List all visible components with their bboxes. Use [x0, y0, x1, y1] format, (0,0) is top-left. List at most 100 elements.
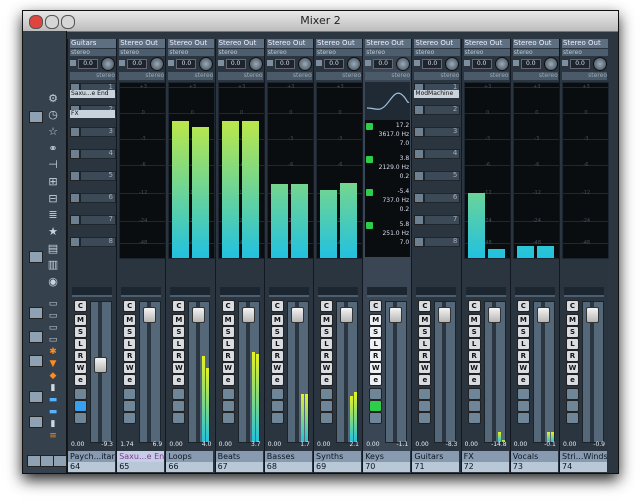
record-icon[interactable]: ◉ — [47, 276, 59, 288]
peak-value[interactable]: -9.3 — [101, 441, 113, 448]
write-button[interactable]: W — [566, 362, 579, 374]
monitor-icon[interactable] — [369, 388, 383, 400]
input-icon[interactable] — [270, 400, 284, 412]
channel-name[interactable]: Saxu...e End — [117, 451, 166, 462]
pan-value[interactable]: 0.0 — [471, 59, 492, 69]
fader-value[interactable]: 1.74 — [120, 441, 133, 448]
output-routing[interactable]: Stereo Out — [266, 39, 313, 48]
listen-button[interactable]: L — [123, 338, 137, 350]
clock-icon[interactable]: ◷ — [47, 109, 59, 121]
edit-button[interactable]: e — [566, 374, 579, 386]
edit-button[interactable]: e — [418, 374, 432, 386]
panner-mode[interactable]: stereo — [168, 49, 215, 56]
listen-button[interactable]: L — [418, 338, 432, 350]
view-pictures-icon[interactable]: ▭ — [47, 311, 59, 321]
insert-slot[interactable]: 7 — [414, 214, 461, 225]
insert-slot[interactable]: 3 — [414, 126, 461, 137]
eq-gain[interactable]: 17.2 — [396, 122, 409, 129]
pan-value[interactable]: 0.0 — [520, 59, 541, 69]
output-routing[interactable]: Guitars — [70, 39, 116, 48]
output-routing[interactable]: Stereo Out — [217, 39, 264, 48]
record-arm-icon[interactable] — [566, 412, 579, 424]
bypass-icon[interactable] — [414, 105, 425, 115]
view-meter-icon[interactable]: ▮ — [47, 383, 59, 393]
listen-button[interactable]: L — [467, 338, 481, 350]
eq-frequency[interactable]: 2129.0 Hz — [379, 164, 410, 171]
listen-button[interactable]: L — [221, 338, 235, 350]
output-routing[interactable]: Stereo Out — [562, 39, 608, 48]
pan-knob[interactable] — [445, 57, 460, 71]
panner-mode[interactable]: stereo — [119, 49, 166, 56]
view-channel-icon[interactable]: ◆ — [47, 371, 59, 381]
mute-button[interactable]: M — [172, 314, 186, 326]
eq-curve[interactable] — [365, 82, 411, 120]
volume-fader[interactable] — [438, 307, 452, 323]
record-arm-icon[interactable] — [172, 412, 186, 424]
eq-gain[interactable]: 5.8 — [400, 221, 410, 228]
mute-button[interactable]: M — [418, 314, 432, 326]
insert-slot[interactable]: 4 — [70, 148, 116, 159]
edit-button[interactable]: e — [467, 374, 481, 386]
volume-fader[interactable] — [143, 307, 157, 323]
bypass-icon[interactable] — [414, 193, 425, 203]
volume-fader[interactable] — [241, 307, 255, 323]
bottom-view-1-icon[interactable] — [27, 455, 41, 467]
solo-button[interactable]: S — [467, 326, 481, 338]
channel-name[interactable]: Beats — [215, 451, 264, 462]
panner-mode[interactable]: stereo — [414, 49, 461, 56]
volume-fader[interactable] — [290, 307, 304, 323]
volume-fader[interactable] — [94, 357, 107, 373]
edit-button[interactable]: e — [74, 374, 87, 386]
pan-knob[interactable] — [101, 57, 115, 71]
output-routing[interactable]: Stereo Out — [463, 39, 510, 48]
insert-slot[interactable]: 2 — [414, 104, 461, 115]
read-button[interactable]: R — [467, 350, 481, 362]
eq-band-power-icon[interactable] — [366, 156, 374, 163]
pan-center-button[interactable]: C — [172, 300, 186, 312]
mute-button[interactable]: M — [74, 314, 87, 326]
output-routing[interactable]: Stereo Out — [119, 39, 166, 48]
bypass-icon[interactable] — [414, 171, 425, 181]
pan-knob[interactable] — [199, 57, 214, 71]
insert-slot[interactable]: 6 — [414, 192, 461, 203]
volume-fader[interactable] — [487, 307, 501, 323]
panner-mode[interactable]: stereo — [70, 49, 116, 56]
record-arm-icon[interactable] — [369, 412, 383, 424]
pan-value[interactable]: 0.0 — [422, 59, 443, 69]
monitor-icon[interactable] — [516, 388, 530, 400]
peak-value[interactable]: 4.0 — [202, 441, 212, 448]
view-fader-icon[interactable]: ▬ — [47, 395, 59, 405]
bypass-icon[interactable] — [414, 149, 425, 159]
bypass-icon[interactable] — [70, 237, 80, 247]
mute-button[interactable]: M — [467, 314, 481, 326]
input-icon[interactable] — [74, 400, 87, 412]
peak-value[interactable]: 6.9 — [153, 441, 163, 448]
read-button[interactable]: R — [566, 350, 579, 362]
volume-fader[interactable] — [389, 307, 403, 323]
write-button[interactable]: W — [221, 362, 235, 374]
fader-value[interactable]: 0.00 — [514, 441, 527, 448]
panner-mode[interactable]: stereo — [463, 49, 510, 56]
rack-toggle-3-icon[interactable] — [29, 355, 43, 367]
rack-toggle-4-icon[interactable] — [29, 391, 43, 403]
peak-value[interactable]: 1.7 — [300, 441, 310, 448]
routing-icon[interactable]: ⊞ — [47, 176, 59, 188]
fader-value[interactable]: 0.00 — [317, 441, 330, 448]
rack-toggle-2-icon[interactable] — [29, 331, 43, 343]
pan-center-button[interactable]: C — [320, 300, 333, 312]
record-arm-icon[interactable] — [270, 412, 284, 424]
eq-frequency[interactable]: 737.0 Hz — [382, 197, 409, 204]
write-button[interactable]: W — [270, 362, 284, 374]
mute-button[interactable]: M — [516, 314, 530, 326]
volume-fader[interactable] — [536, 307, 550, 323]
channel-name[interactable]: Keys — [363, 451, 412, 462]
pan-center-button[interactable]: C — [418, 300, 432, 312]
read-button[interactable]: R — [516, 350, 530, 362]
listen-button[interactable]: L — [270, 338, 284, 350]
pan-center-button[interactable]: C — [566, 300, 579, 312]
write-button[interactable]: W — [74, 362, 87, 374]
monitor-icon[interactable] — [123, 388, 137, 400]
bypass-icon[interactable] — [414, 237, 425, 247]
eq-q[interactable]: 7.0 — [400, 239, 410, 246]
group-icon[interactable]: ⊟ — [47, 193, 59, 205]
